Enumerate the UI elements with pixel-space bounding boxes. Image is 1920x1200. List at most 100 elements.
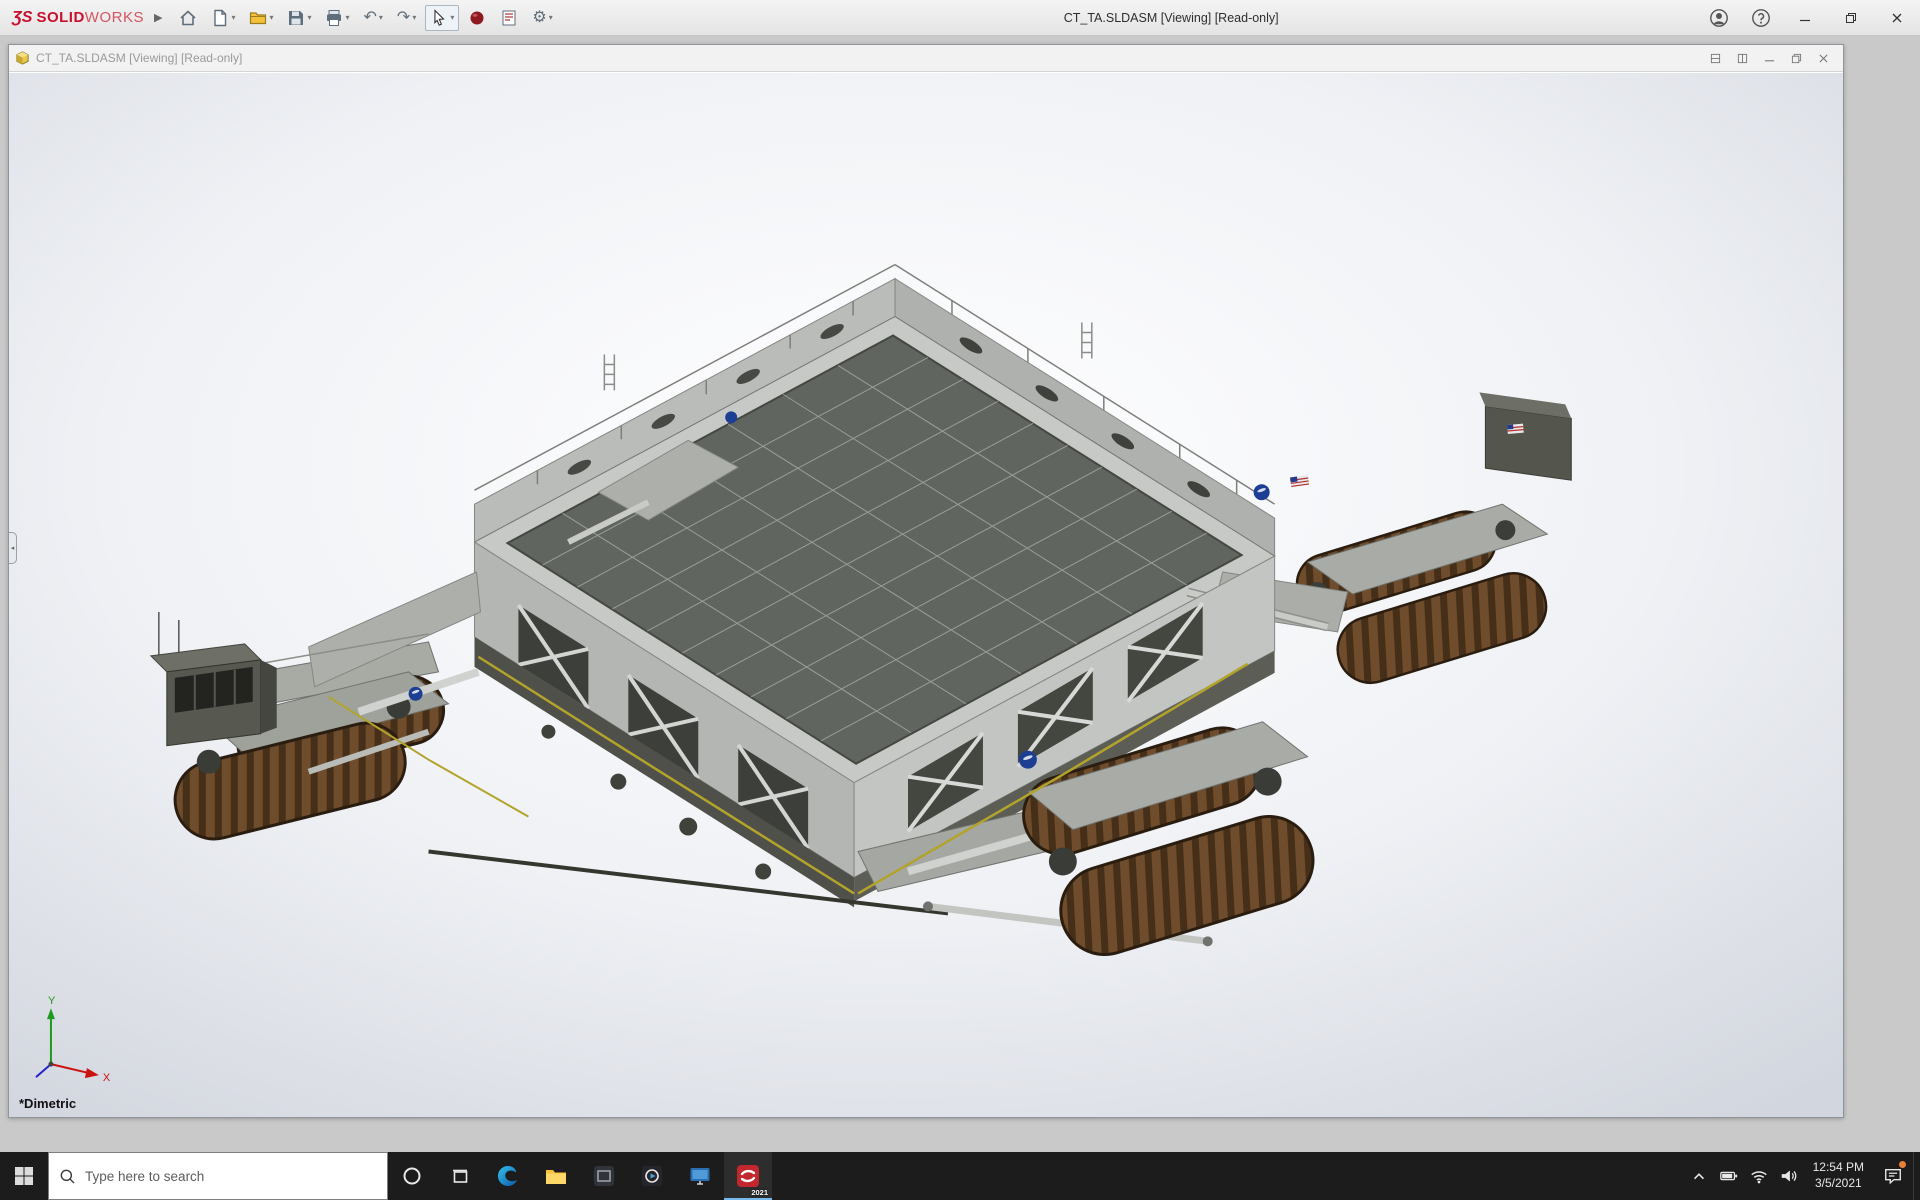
home-icon bbox=[179, 9, 197, 27]
3d-viewport[interactable]: Y X *Dimetric ◂ bbox=[9, 73, 1843, 1117]
new-document-icon bbox=[211, 9, 229, 27]
select-cursor-icon bbox=[430, 9, 448, 27]
undo-icon: ↶ bbox=[364, 9, 377, 27]
chevron-down-icon[interactable]: ▾ bbox=[549, 13, 553, 22]
tile-vertical-icon bbox=[1737, 53, 1748, 64]
titlebar-right-controls bbox=[1698, 0, 1920, 35]
doc-close-button[interactable] bbox=[1810, 47, 1837, 69]
close-icon bbox=[1891, 12, 1903, 24]
battery-status[interactable] bbox=[1714, 1152, 1744, 1200]
cortana-icon bbox=[401, 1165, 423, 1187]
home-button[interactable] bbox=[174, 5, 202, 31]
solidworks-version-badge: 2021 bbox=[751, 1188, 768, 1197]
document-window-buttons bbox=[1702, 47, 1837, 69]
wifi-icon bbox=[1749, 1166, 1769, 1186]
chevron-down-icon[interactable]: ▾ bbox=[231, 13, 235, 22]
tile-vertical-button[interactable] bbox=[1729, 47, 1756, 69]
action-center-button[interactable] bbox=[1873, 1152, 1913, 1200]
edge-icon bbox=[496, 1164, 520, 1188]
media-app-icon bbox=[640, 1164, 664, 1188]
print-icon bbox=[325, 9, 343, 27]
start-button[interactable] bbox=[0, 1152, 48, 1200]
save-button[interactable]: ▾ bbox=[282, 5, 316, 31]
chevron-down-icon[interactable]: ▾ bbox=[269, 13, 273, 22]
minimize-icon bbox=[1764, 53, 1775, 64]
taskbar-search[interactable] bbox=[48, 1152, 388, 1200]
monitor-app-icon bbox=[688, 1164, 712, 1188]
tile-horizontal-icon bbox=[1710, 53, 1721, 64]
main-toolbar: ▾ ▾ ▾ ▾ ↶ ▾ ↷ ▾ ▾ bbox=[172, 0, 559, 35]
task-view-button[interactable] bbox=[436, 1152, 484, 1200]
open-folder-icon bbox=[249, 9, 267, 27]
gear-icon: ⚙ bbox=[532, 9, 546, 27]
chevron-down-icon[interactable]: ▾ bbox=[379, 13, 383, 22]
save-icon bbox=[287, 9, 305, 27]
assembly-icon bbox=[15, 51, 30, 66]
network-status[interactable] bbox=[1744, 1152, 1774, 1200]
redo-button[interactable]: ↷ ▾ bbox=[392, 5, 421, 31]
select-button[interactable]: ▾ bbox=[425, 5, 459, 31]
dark-app-icon bbox=[592, 1164, 616, 1188]
doc-restore-button[interactable] bbox=[1783, 47, 1810, 69]
app-restore-button[interactable] bbox=[1828, 0, 1874, 35]
dassault-mark: ƷS bbox=[12, 9, 32, 27]
redo-icon: ↷ bbox=[397, 9, 410, 27]
open-button[interactable]: ▾ bbox=[244, 5, 278, 31]
folder-icon bbox=[544, 1164, 568, 1188]
client-area: CT_TA.SLDASM [Viewing] [Read-only] bbox=[0, 37, 1920, 1152]
app-c-button[interactable] bbox=[676, 1152, 724, 1200]
taskbar-clock[interactable]: 12:54 PM 3/5/2021 bbox=[1804, 1152, 1873, 1200]
document-properties-button[interactable] bbox=[495, 5, 523, 31]
document-title: CT_TA.SLDASM [Viewing] [Read-only] bbox=[36, 51, 242, 65]
solidworks-taskbar-button[interactable]: 2021 bbox=[724, 1152, 772, 1200]
chevron-down-icon[interactable]: ▾ bbox=[345, 13, 349, 22]
solidworks-app-icon bbox=[735, 1163, 761, 1189]
panel-splitter-handle[interactable]: ◂ bbox=[9, 532, 17, 564]
solidworks-logo: ƷS SOLID WORKS bbox=[0, 9, 152, 27]
document-properties-icon bbox=[500, 9, 518, 27]
battery-icon bbox=[1719, 1166, 1739, 1186]
red-sphere-icon bbox=[468, 9, 486, 27]
chevron-down-icon[interactable]: ▾ bbox=[412, 13, 416, 22]
chevron-down-icon[interactable]: ▾ bbox=[307, 13, 311, 22]
search-icon bbox=[59, 1168, 76, 1185]
windows-logo-icon bbox=[13, 1165, 35, 1187]
restore-icon bbox=[1845, 12, 1857, 24]
menu-expand-icon[interactable]: ▶ bbox=[152, 11, 172, 24]
triad-y-label: Y bbox=[48, 995, 56, 1007]
tile-horizontal-button[interactable] bbox=[1702, 47, 1729, 69]
app-close-button[interactable] bbox=[1874, 0, 1920, 35]
options-button[interactable]: ⚙ ▾ bbox=[527, 5, 557, 31]
print-button[interactable]: ▾ bbox=[320, 5, 354, 31]
help-button[interactable] bbox=[1740, 0, 1782, 35]
edge-button[interactable] bbox=[484, 1152, 532, 1200]
cortana-button[interactable] bbox=[388, 1152, 436, 1200]
crawler-transporter-model: Y X bbox=[9, 73, 1843, 1117]
red-sphere-button[interactable] bbox=[463, 5, 491, 31]
notification-icon bbox=[1883, 1166, 1903, 1186]
app-minimize-button[interactable] bbox=[1782, 0, 1828, 35]
chevron-up-icon bbox=[1691, 1168, 1707, 1184]
app-b-button[interactable] bbox=[628, 1152, 676, 1200]
undo-button[interactable]: ↶ ▾ bbox=[359, 5, 388, 31]
restore-icon bbox=[1791, 53, 1802, 64]
task-view-icon bbox=[449, 1165, 471, 1187]
new-document-button[interactable]: ▾ bbox=[206, 5, 240, 31]
app-a-button[interactable] bbox=[580, 1152, 628, 1200]
user-account-button[interactable] bbox=[1698, 0, 1740, 35]
app-window-title: CT_TA.SLDASM [Viewing] [Read-only] bbox=[1064, 11, 1279, 25]
volume-control[interactable] bbox=[1774, 1152, 1804, 1200]
search-input[interactable] bbox=[85, 1169, 377, 1184]
triad-x-label: X bbox=[103, 1072, 111, 1084]
doc-minimize-button[interactable] bbox=[1756, 47, 1783, 69]
speaker-icon bbox=[1779, 1166, 1799, 1186]
view-orientation-label: *Dimetric bbox=[19, 1096, 76, 1111]
document-window: CT_TA.SLDASM [Viewing] [Read-only] bbox=[8, 44, 1844, 1118]
chevron-down-icon[interactable]: ▾ bbox=[450, 13, 454, 22]
clock-date: 3/5/2021 bbox=[1815, 1176, 1862, 1192]
file-explorer-button[interactable] bbox=[532, 1152, 580, 1200]
document-titlebar[interactable]: CT_TA.SLDASM [Viewing] [Read-only] bbox=[9, 45, 1843, 72]
user-icon bbox=[1709, 8, 1729, 28]
hidden-icons-button[interactable] bbox=[1684, 1152, 1714, 1200]
show-desktop-strip[interactable] bbox=[1913, 1152, 1920, 1200]
